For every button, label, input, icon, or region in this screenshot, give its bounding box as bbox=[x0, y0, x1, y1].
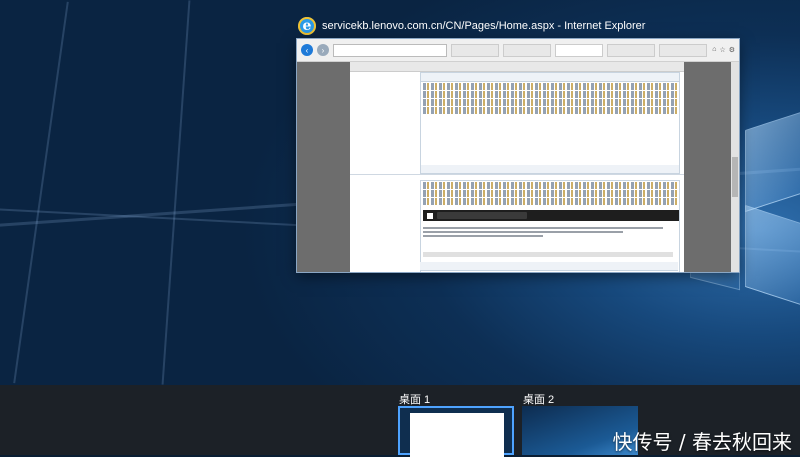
section-divider bbox=[350, 174, 684, 175]
watermark: 快传号 / 春去秋回来 bbox=[612, 430, 792, 454]
editor-toolbar-row bbox=[423, 198, 677, 205]
editor-body bbox=[421, 115, 679, 165]
page-scrollbar bbox=[731, 62, 739, 272]
windows-logo-pane bbox=[745, 204, 800, 308]
desktop-2-label[interactable]: 桌面 2 bbox=[523, 391, 554, 407]
horizontal-scrollbar bbox=[423, 252, 673, 257]
star-icon: ☆ bbox=[719, 47, 726, 54]
windows-logo-pane bbox=[745, 109, 800, 213]
editor-toolbar-row bbox=[423, 107, 677, 114]
ie-window-controls: ⌂ ☆ ⚙ bbox=[712, 46, 735, 54]
browser-tab bbox=[503, 43, 551, 57]
browser-tab bbox=[451, 43, 499, 57]
editor-tabs bbox=[421, 73, 679, 82]
rich-text-editor bbox=[420, 72, 680, 174]
editor-text-lines bbox=[423, 225, 673, 239]
ie-toolbar: ‹ › ⌂ ☆ ⚙ bbox=[297, 39, 739, 62]
editor-footer-tabs bbox=[421, 165, 679, 174]
desktop-1-label[interactable]: 桌面 1 bbox=[399, 391, 430, 407]
editor-toolbar-row bbox=[423, 99, 677, 106]
page-content bbox=[350, 62, 684, 272]
editor-footer-tabs bbox=[420, 262, 678, 271]
gear-icon: ⚙ bbox=[728, 47, 735, 54]
browser-tab bbox=[555, 43, 603, 57]
embedded-taskbar-image bbox=[423, 210, 679, 221]
window-title: servicekb.lenovo.com.cn/CN/Pages/Home.as… bbox=[322, 20, 646, 32]
editor-toolbar-row bbox=[423, 91, 677, 98]
internet-explorer-icon: e bbox=[298, 17, 316, 35]
window-thumbnail[interactable]: ‹ › ⌂ ☆ ⚙ bbox=[297, 39, 739, 272]
light-beam bbox=[13, 1, 69, 384]
editor-toolbar-row bbox=[423, 182, 677, 189]
desktop-1-window-preview bbox=[410, 413, 504, 457]
embedded-search-box bbox=[437, 212, 527, 219]
browser-tab bbox=[659, 43, 707, 57]
browser-tab bbox=[607, 43, 655, 57]
window-title-bar[interactable]: e servicekb.lenovo.com.cn/CN/Pages/Home.… bbox=[298, 16, 645, 36]
home-icon: ⌂ bbox=[712, 46, 717, 53]
light-beam bbox=[161, 0, 191, 385]
back-icon: ‹ bbox=[301, 44, 313, 56]
editor-toolbar-row bbox=[423, 83, 677, 90]
address-bar bbox=[333, 43, 447, 57]
page-header bbox=[350, 62, 684, 72]
desktop-1-thumbnail[interactable] bbox=[398, 406, 514, 457]
forward-icon: › bbox=[317, 44, 329, 56]
windows-start-icon bbox=[427, 212, 433, 219]
page-area bbox=[297, 62, 739, 272]
editor-toolbar-row bbox=[423, 190, 677, 197]
